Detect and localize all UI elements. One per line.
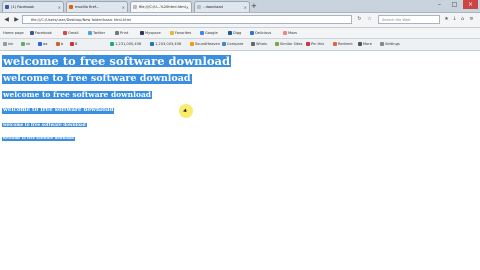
digg-icon: [228, 31, 232, 35]
bookmark-item[interactable]: Mozs: [283, 28, 297, 38]
close-window-button[interactable]: ×: [463, 0, 478, 9]
page-icon: [197, 5, 201, 9]
toolbar-item[interactable]: Redirect: [333, 39, 353, 50]
mouse-cursor-highlight: [179, 104, 193, 118]
page-icon: [133, 5, 137, 9]
bookmark-item[interactable]: Home page: [3, 28, 24, 38]
firefox-icon: [69, 5, 73, 9]
delicious-icon: [250, 31, 254, 35]
heading-h1: welcome to free software download: [2, 54, 232, 68]
menu-icon[interactable]: ≡: [468, 16, 475, 23]
close-icon[interactable]: ×: [244, 2, 247, 12]
toolbar-icon: [38, 42, 42, 46]
toolbar-icon: [21, 42, 25, 46]
navigation-bar: ◀ ▶ file:///C:/Users/user/Desktop/New fo…: [0, 13, 480, 28]
url-text: file:///C:/Users/user/Desktop/New folder…: [31, 18, 132, 22]
toolbar-icon: [70, 42, 74, 46]
toolbar-icon: [222, 42, 226, 46]
bookmark-item[interactable]: Delicious: [250, 28, 271, 38]
heading-h3: welcome to free software download: [2, 90, 153, 99]
tab-label: mozilla firef...: [75, 5, 100, 9]
toolbar-icon: [150, 42, 154, 46]
bookmark-item[interactable]: Digg: [228, 28, 241, 38]
bookmark-item[interactable]: Gmail: [63, 28, 79, 38]
tab-download[interactable]: - download ×: [194, 1, 250, 12]
bookmark-item[interactable]: Favorites: [170, 28, 191, 38]
toolbar-icon: [56, 42, 60, 46]
toolbar-item[interactable]: Settings: [380, 39, 400, 50]
tab-bar: (1) Facebook × mozilla firef... × file:/…: [0, 0, 480, 13]
close-icon[interactable]: ×: [122, 2, 125, 12]
facebook-icon: [30, 31, 34, 35]
toolbar-icon: [110, 42, 114, 46]
toolbar-item[interactable]: b: [56, 39, 63, 50]
star-icon[interactable]: ☆: [366, 16, 373, 23]
download-icon[interactable]: ↓: [451, 16, 458, 23]
gmail-icon: [63, 31, 67, 35]
toolbar-item[interactable]: 1,203,003,456: [150, 39, 181, 50]
seo-toolbar: ink nk aa b B 1,231,000,456 1,203,003,45…: [0, 39, 480, 51]
heading-h2: welcome to free software download: [2, 73, 192, 84]
close-icon[interactable]: ×: [58, 2, 61, 12]
toolbar-item[interactable]: ink: [3, 39, 13, 50]
favorites-icon: [170, 31, 174, 35]
heading-h6: welcome to free software download: [2, 136, 75, 141]
bookmark-item[interactable]: Print: [115, 28, 128, 38]
toolbar-icon: [251, 42, 255, 46]
google-icon: [200, 31, 204, 35]
gear-icon: [380, 42, 384, 46]
print-icon: [115, 31, 119, 35]
heading-h5: welcome to free software download: [2, 122, 87, 128]
minimize-button[interactable]: –: [432, 0, 447, 9]
reload-icon[interactable]: ↻: [356, 16, 363, 23]
close-icon[interactable]: ×: [186, 2, 189, 12]
twitter-icon: [88, 31, 92, 35]
myspace-icon: [140, 31, 144, 35]
search-placeholder: Search the Web: [382, 18, 411, 22]
toolbar-icon: [275, 42, 279, 46]
page-content: welcome to free software download welcom…: [0, 51, 480, 270]
toolbar-icon: [358, 42, 362, 46]
address-bar[interactable]: file:///C:/Users/user/Desktop/New folder…: [22, 15, 352, 24]
toolbar-icon: [306, 42, 310, 46]
mozs-icon: [283, 31, 287, 35]
bookmark-item[interactable]: Google: [200, 28, 218, 38]
bookmark-item[interactable]: Facebook: [30, 28, 52, 38]
toolbar-item[interactable]: Pin this: [306, 39, 324, 50]
toolbar-item[interactable]: B: [70, 39, 77, 50]
search-input[interactable]: Search the Web: [378, 15, 440, 24]
heading-h4: welcome to free software download: [2, 107, 115, 114]
bookmarks-bar: Home page Facebook Gmail Twitter Print M…: [0, 28, 480, 39]
facebook-icon: [5, 5, 9, 9]
tab-label: file:///C:/U...%20html.html: [139, 5, 186, 9]
tab-mozilla[interactable]: mozilla firef... ×: [66, 1, 128, 12]
tab-facebook[interactable]: (1) Facebook ×: [2, 1, 64, 12]
toolbar-item[interactable]: aa: [38, 39, 47, 50]
toolbar-item[interactable]: More: [358, 39, 372, 50]
new-tab-button[interactable]: +: [251, 2, 257, 11]
toolbar-item[interactable]: Whois: [251, 39, 267, 50]
tab-basic-html[interactable]: file:///C:/U...%20html.html ×: [130, 1, 192, 12]
home-icon[interactable]: ⌂: [459, 16, 466, 23]
tab-label: - download: [203, 5, 223, 9]
tab-label: (1) Facebook: [11, 5, 35, 9]
bookmark-icon[interactable]: ★: [443, 16, 450, 23]
bookmark-item[interactable]: Myspace: [140, 28, 161, 38]
back-icon[interactable]: ◀: [2, 15, 11, 24]
forward-icon[interactable]: ▶: [12, 15, 21, 24]
toolbar-icon: [333, 42, 337, 46]
maximize-button[interactable]: □: [447, 0, 462, 9]
toolbar-icon: [190, 42, 194, 46]
bookmark-item[interactable]: Twitter: [88, 28, 105, 38]
toolbar-item[interactable]: Compare: [222, 39, 243, 50]
toolbar-item[interactable]: SoundHeaven: [190, 39, 220, 50]
toolbar-item[interactable]: 1,231,000,456: [110, 39, 141, 50]
toolbar-item[interactable]: Similar Sites: [275, 39, 302, 50]
toolbar-item[interactable]: nk: [21, 39, 30, 50]
toolbar-icon: [3, 42, 7, 46]
